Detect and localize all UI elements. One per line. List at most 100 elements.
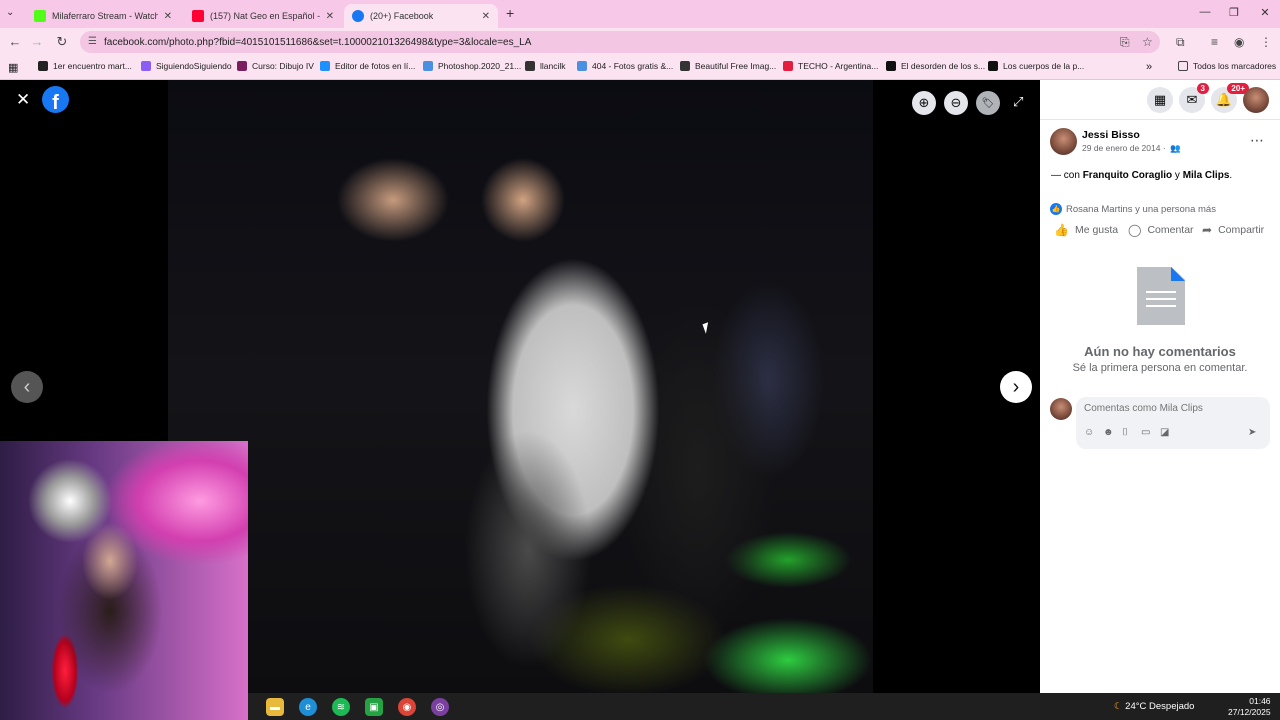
- close-tab-icon[interactable]: ✕: [482, 11, 490, 22]
- minimize-button[interactable]: —: [1190, 6, 1220, 18]
- tagged-user-link[interactable]: Franquito Coraglio: [1083, 170, 1172, 181]
- bookmark-item[interactable]: 1er encuentro mart...: [38, 61, 132, 71]
- reload-button[interactable]: ↻: [53, 34, 71, 50]
- close-window-button[interactable]: ✕: [1250, 6, 1280, 19]
- bookmark-item[interactable]: SiguiendoSiguiendo: [141, 61, 232, 71]
- messenger-icon[interactable]: ✉ 3: [1179, 83, 1209, 113]
- comment-box[interactable]: ☺ ☻ ⌷ ▭ ◪ ➤: [1076, 397, 1270, 449]
- close-tab-icon[interactable]: ✕: [326, 11, 334, 22]
- forward-button[interactable]: →: [28, 34, 46, 49]
- comment-bubble-icon: ◯: [1128, 223, 1142, 237]
- post-author-name[interactable]: Jessi Bisso: [1082, 129, 1140, 141]
- chrome-icon[interactable]: ◉: [398, 698, 416, 716]
- browser-toolbar: ← → ↻ ☰ facebook.com/photo.php?fbid=4015…: [0, 28, 1280, 56]
- new-tab-button[interactable]: +: [506, 5, 514, 21]
- tab-label: (157) Nat Geo en Español - You: [210, 11, 320, 21]
- bookmark-item[interactable]: 404 - Fotos gratis &...: [577, 61, 673, 71]
- tab-facebook[interactable]: (20+) Facebook ✕: [344, 4, 498, 28]
- close-viewer-icon[interactable]: ✕: [16, 90, 30, 110]
- bookmark-favicon-icon: [886, 61, 896, 71]
- tagged-user-link[interactable]: Mila Clips: [1183, 170, 1230, 181]
- account-avatar[interactable]: [1243, 87, 1269, 113]
- bookmark-star-icon[interactable]: ☆: [1142, 35, 1153, 49]
- share-button[interactable]: ➦ Compartir: [1202, 223, 1264, 237]
- bookmark-item[interactable]: Beautiful Free Imag...: [680, 61, 776, 71]
- post-side-panel: ▦ ✉ 3 🔔 20+ Jessi Bisso 29 de enero de 2…: [1040, 80, 1280, 693]
- bookmark-item[interactable]: El desorden de los s...: [886, 61, 985, 71]
- reactions-summary[interactable]: 👍 Rosana Martins y una persona más: [1050, 203, 1216, 215]
- clock-time: 01:46: [1249, 696, 1271, 706]
- browser-menu-icon[interactable]: ⋮: [1260, 35, 1272, 49]
- emoji-icon[interactable]: ☻: [1103, 427, 1114, 438]
- more-bookmarks-icon[interactable]: »: [1146, 61, 1152, 73]
- zoom-out-icon[interactable]: ⊖: [944, 91, 968, 115]
- edge-browser-icon[interactable]: e: [299, 698, 317, 716]
- bookmark-item[interactable]: Editor de fotos en lí...: [320, 61, 415, 71]
- facebook-favicon-icon: [352, 10, 364, 22]
- author-avatar[interactable]: [1050, 128, 1077, 155]
- comment-label: Comentar: [1147, 224, 1194, 236]
- close-tab-icon[interactable]: ✕: [164, 11, 172, 22]
- install-app-icon[interactable]: ⎘: [1120, 35, 1130, 50]
- zoom-in-icon[interactable]: ⊕: [912, 91, 936, 115]
- like-reaction-icon: 👍: [1050, 203, 1062, 215]
- avatar-sticker-icon[interactable]: ☺: [1084, 427, 1094, 438]
- profile-avatar-icon[interactable]: ◉: [1234, 35, 1244, 49]
- empty-comments-document-icon: [1137, 267, 1185, 325]
- gif-icon[interactable]: ▭: [1141, 427, 1150, 438]
- send-icon[interactable]: ➤: [1248, 427, 1256, 438]
- bookmark-label: llancilk: [540, 61, 566, 71]
- post-date[interactable]: 29 de enero de 2014 · 👥: [1082, 143, 1181, 154]
- document-line: [1146, 298, 1176, 300]
- post-date-text: 29 de enero de 2014 ·: [1082, 143, 1166, 153]
- spotify-icon[interactable]: ≋: [332, 698, 350, 716]
- tagged-prefix: — con: [1051, 170, 1080, 181]
- bookmark-item[interactable]: TECHO - Argentina...: [783, 61, 878, 71]
- post-options-icon[interactable]: ⋯: [1250, 132, 1264, 149]
- tab-youtube[interactable]: (157) Nat Geo en Español - You ✕: [184, 4, 342, 28]
- tab-search-button[interactable]: ⌄: [6, 7, 14, 18]
- file-explorer-icon[interactable]: ▬: [266, 698, 284, 716]
- like-button[interactable]: 👍 Me gusta: [1054, 223, 1118, 237]
- tab-kick[interactable]: Milaferraro Stream - Watch Liv ✕: [26, 4, 180, 28]
- bookmark-item[interactable]: Curso: Dibujo IV: [237, 61, 314, 71]
- system-clock[interactable]: 01:46 27/12/2025: [1228, 696, 1271, 718]
- bookmark-favicon-icon: [680, 61, 690, 71]
- media-controls-icon[interactable]: ≡: [1211, 35, 1218, 49]
- messenger-badge: 3: [1196, 83, 1209, 94]
- weather-widget[interactable]: ☾ 24°C Despejado: [1114, 701, 1194, 712]
- bookmark-label: SiguiendoSiguiendo: [156, 61, 232, 71]
- back-button[interactable]: ←: [6, 34, 24, 49]
- restore-button[interactable]: ❐: [1219, 6, 1249, 19]
- extensions-icon[interactable]: ⧉: [1176, 35, 1185, 50]
- photo-image[interactable]: [168, 80, 873, 693]
- next-photo-button[interactable]: ›: [1000, 371, 1032, 403]
- bookmark-item[interactable]: Los cuerpos de la p...: [988, 61, 1084, 71]
- facebook-top-bar: ▦ ✉ 3 🔔 20+: [1040, 80, 1280, 120]
- commenter-avatar[interactable]: [1050, 398, 1072, 420]
- weather-text: 24°C Despejado: [1125, 701, 1195, 712]
- apps-grid-icon[interactable]: ▦: [8, 61, 18, 74]
- bookmark-favicon-icon: [783, 61, 793, 71]
- camera-icon[interactable]: ⌷: [1122, 427, 1128, 438]
- obs-studio-icon[interactable]: ◎: [431, 698, 449, 716]
- sticker-icon[interactable]: ◪: [1160, 427, 1169, 438]
- menu-grid-icon[interactable]: ▦: [1147, 87, 1173, 113]
- bookmark-label: 1er encuentro mart...: [53, 61, 132, 71]
- whatsapp-icon[interactable]: ▣: [365, 698, 383, 716]
- facebook-logo-icon[interactable]: f: [42, 86, 69, 113]
- comment-button[interactable]: ◯ Comentar: [1128, 223, 1194, 237]
- address-bar[interactable]: ☰ facebook.com/photo.php?fbid=4015101511…: [80, 31, 1160, 53]
- fullscreen-icon[interactable]: ⤢: [1013, 94, 1023, 110]
- site-info-icon[interactable]: ☰: [88, 36, 97, 47]
- notifications-bell-icon[interactable]: 🔔 20+: [1211, 83, 1249, 113]
- tag-icon[interactable]: 🏷: [976, 91, 1000, 115]
- comment-input[interactable]: [1084, 403, 1254, 414]
- all-bookmarks-folder[interactable]: Todos los marcadores: [1178, 61, 1276, 71]
- bookmark-item[interactable]: Photoshop.2020_21...: [423, 61, 521, 71]
- previous-photo-button[interactable]: ‹: [11, 371, 43, 403]
- tab-label: (20+) Facebook: [370, 11, 434, 21]
- bookmark-favicon-icon: [141, 61, 151, 71]
- url-text: facebook.com/photo.php?fbid=401510151168…: [104, 36, 532, 48]
- bookmark-item[interactable]: llancilk: [525, 61, 566, 71]
